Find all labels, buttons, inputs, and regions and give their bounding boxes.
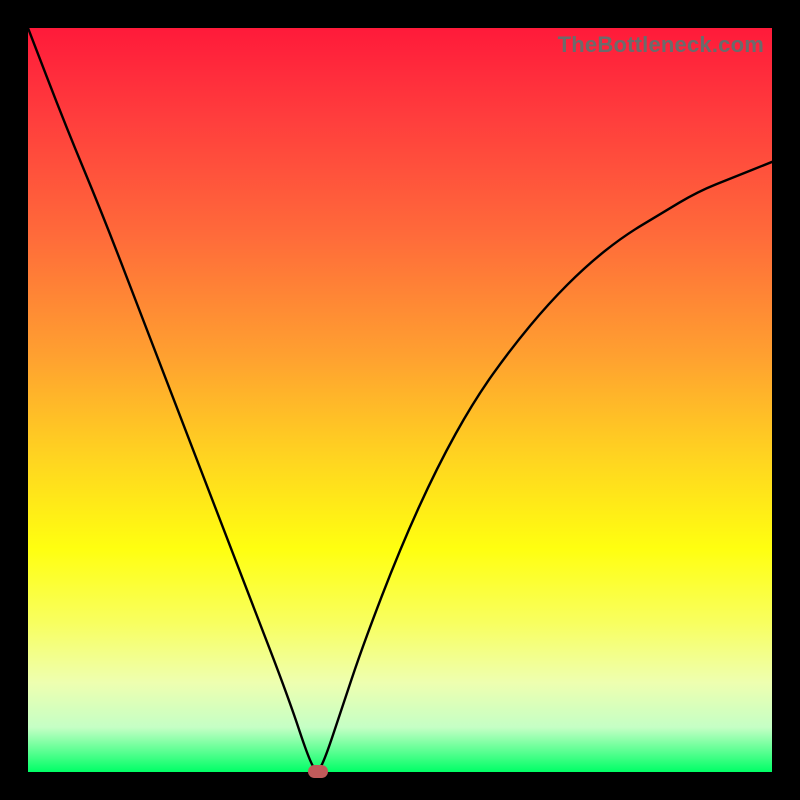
optimal-point-marker: [308, 765, 328, 778]
bottleneck-curve: [28, 28, 772, 772]
plot-area: TheBottleneck.com: [28, 28, 772, 772]
curve-path: [28, 28, 772, 770]
chart-container: TheBottleneck.com: [0, 0, 800, 800]
